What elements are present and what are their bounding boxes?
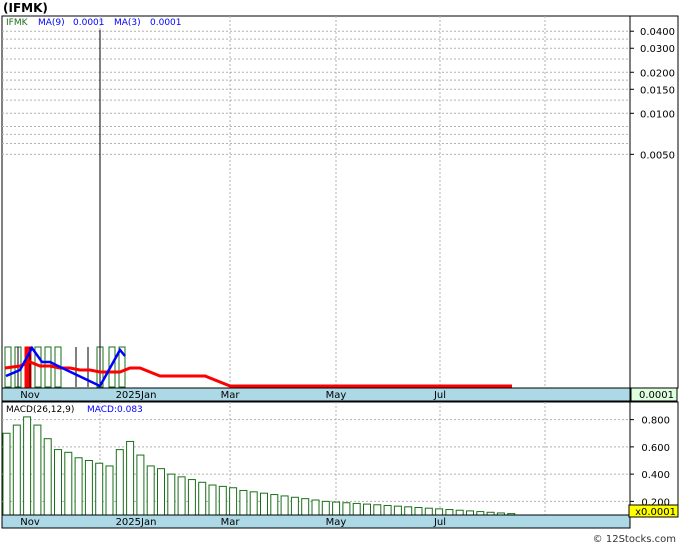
macd-bar-23 [239, 489, 248, 516]
macd-bar-3 [33, 424, 42, 516]
price-panel: 0.0400 0.0300 0.0200 0.0150 0.0100 0.0050 IFM… [1, 15, 679, 389]
macd-ytick-label-2: 0.400 [641, 470, 670, 481]
macd-bar-30 [311, 499, 320, 516]
macd-bar-46 [476, 511, 485, 516]
macd-bar-39 [404, 506, 413, 516]
macd-x-axis-band [1, 514, 631, 529]
price-ytick-label-2: 0.0200 [640, 68, 675, 79]
legend-ma9-label: MA(9) [38, 18, 65, 28]
macd-bar-42 [435, 508, 444, 516]
macd-bar-1 [12, 424, 21, 516]
legend-ma3-value: 0.0001 [150, 18, 182, 28]
macd-bar-26 [270, 494, 279, 516]
price-xtick-label-3: May [326, 390, 347, 401]
macd-bar-36 [373, 504, 382, 516]
macd-bar-32 [332, 501, 341, 516]
macd-bar-21 [218, 485, 227, 516]
macd-bar-40 [414, 507, 423, 516]
macd-bar-34 [352, 502, 361, 516]
stock-chart: (IFMK) 0.04000.03000.02000.01500.01000.0… [1, 1, 679, 545]
macd-bar-7 [74, 457, 83, 516]
macd-bar-43 [445, 509, 454, 516]
macd-bar-13 [136, 454, 145, 516]
macd-xtick-label-4: Jul [433, 517, 446, 528]
macd-legend-value: MACD:0.083 [87, 405, 143, 415]
macd-bar-31 [321, 500, 330, 516]
macd-bar-35 [363, 503, 371, 516]
macd-xtick-label-2: Mar [221, 517, 241, 528]
macd-bar-22 [229, 487, 238, 516]
macd-bar-33 [342, 502, 351, 516]
macd-bar-28 [290, 496, 299, 516]
macd-bar-19 [198, 481, 207, 516]
price-xtick-label-0: Nov [20, 390, 40, 401]
legend-ma9-value: 0.0001 [73, 18, 105, 28]
macd-bar-44 [455, 509, 464, 516]
macd-bar-37 [383, 504, 392, 516]
price-x-axis-band [1, 387, 631, 402]
macd-bar-18 [187, 479, 196, 516]
price-xtick-label-1: 2025Jan [116, 390, 157, 401]
price-xtick-label-4: Jul [433, 390, 446, 401]
macd-bar-8 [84, 460, 93, 516]
macd-ytick-label-0: 0.800 [641, 416, 670, 427]
macd-panel: 0.8000.6000.4000.200 MACD(26,12,9) MACD:… [1, 401, 679, 516]
macd-bar-20 [208, 484, 217, 516]
macd-bar-15 [157, 468, 165, 516]
macd-bar-45 [466, 510, 474, 516]
macd-bar-29 [301, 498, 310, 516]
macd-bar-10 [105, 465, 114, 516]
macd-bar-41 [424, 507, 433, 516]
macd-bar-5 [54, 449, 62, 516]
price-ytick-label-5: 0.0050 [640, 150, 675, 161]
price-xtick-label-2: Mar [221, 390, 241, 401]
price-ytick-label-3: 0.0150 [640, 85, 675, 96]
price-ytick-label-4: 0.0100 [640, 109, 675, 120]
macd-bar-27 [280, 495, 289, 516]
legend-ma3-label: MA(3) [114, 18, 141, 28]
macd-bar-4 [43, 438, 52, 516]
macd-bar-17 [177, 476, 186, 516]
macd-xtick-label-0: Nov [20, 517, 40, 528]
chart-title: (IFMK) [3, 1, 48, 15]
macd-ytick-label-1: 0.600 [641, 443, 670, 454]
macd-legend-label: MACD(26,12,9) [6, 405, 74, 415]
macd-scale-label: x0.0001 [635, 507, 676, 518]
macd-bar-16 [167, 473, 176, 516]
macd-bar-2 [23, 416, 32, 516]
copyright-footer: © 12Stocks.com [593, 534, 676, 545]
macd-xtick-label-1: 2025Jan [116, 517, 157, 528]
price-ytick-label-1: 0.0300 [640, 44, 675, 55]
macd-bar-24 [249, 491, 258, 516]
macd-bar-9 [95, 462, 104, 516]
macd-bar-6 [64, 451, 73, 516]
macd-bar-11 [115, 449, 124, 516]
macd-bar-14 [146, 465, 155, 516]
last-value: 0.0001 [639, 390, 674, 401]
macd-bar-0 [2, 432, 11, 516]
macd-xtick-label-3: May [326, 517, 347, 528]
macd-bar-38 [393, 505, 402, 516]
macd-bar-12 [126, 440, 135, 516]
price-ytick-label-0: 0.0400 [640, 27, 675, 38]
macd-bar-25 [260, 492, 268, 516]
legend-symbol: IFMK [6, 18, 29, 28]
